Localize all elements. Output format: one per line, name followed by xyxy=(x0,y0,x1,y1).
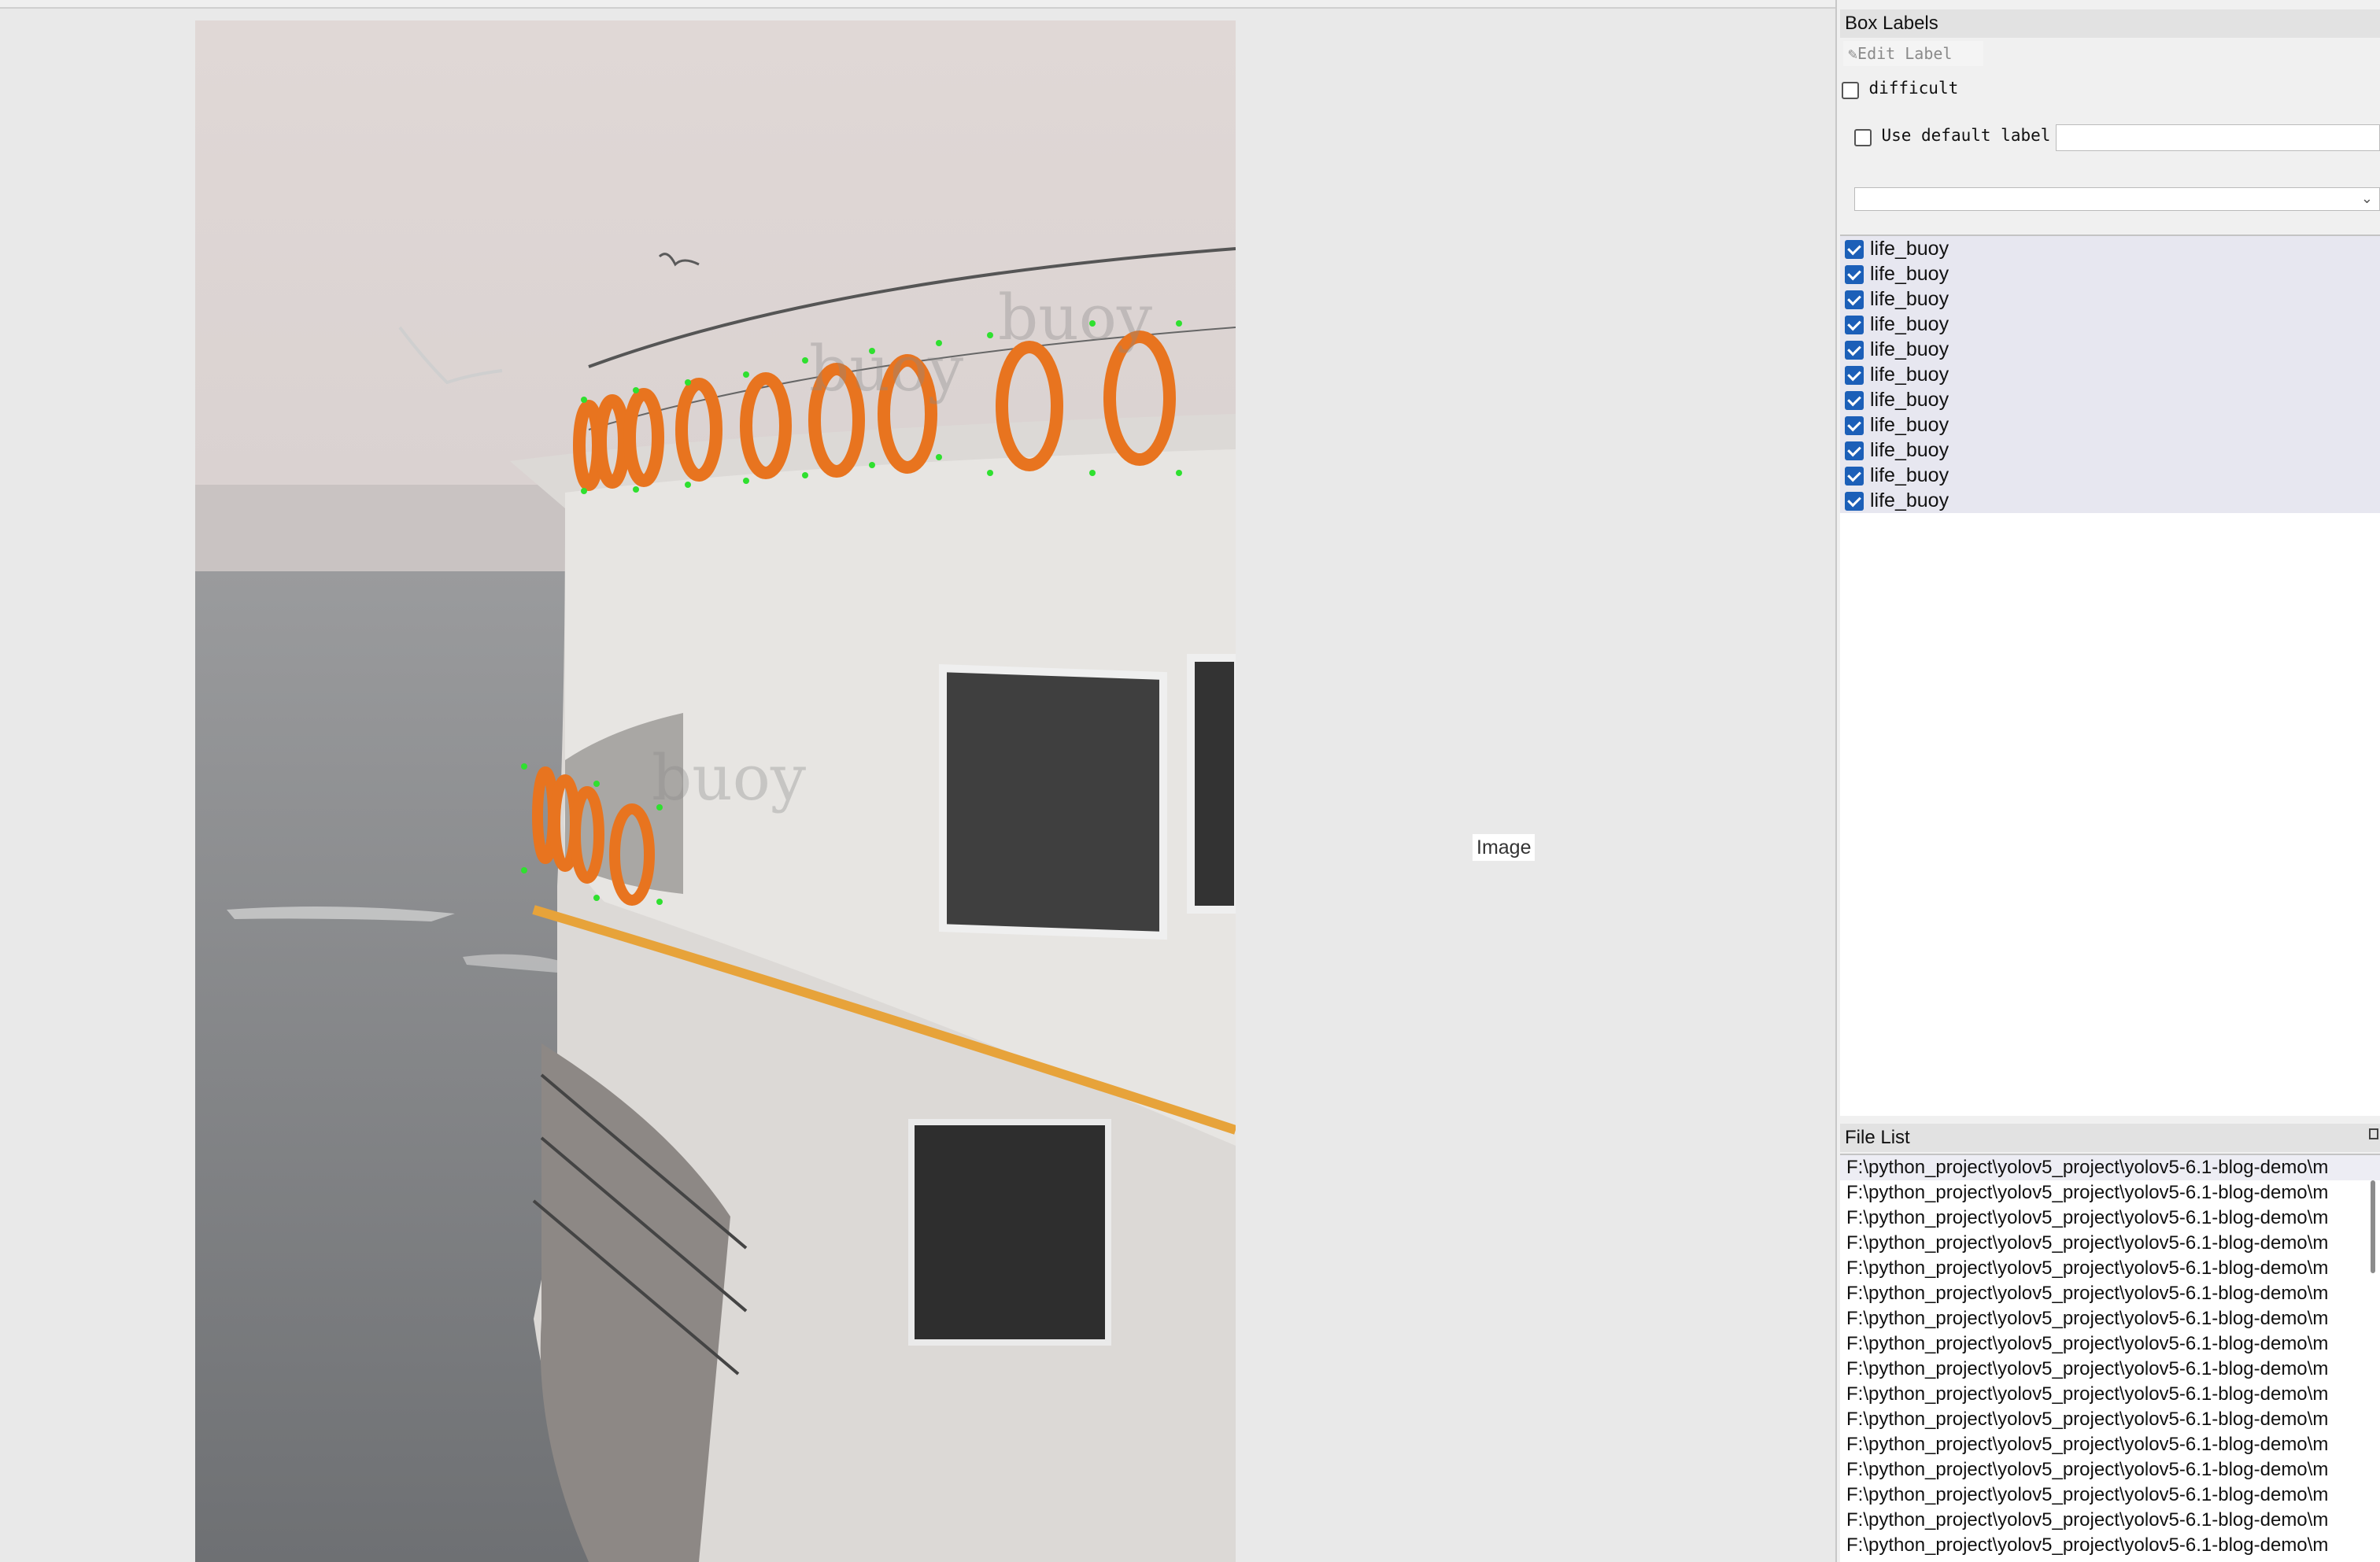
file-list-item[interactable]: F:\python_project\yolov5_project\yolov5-… xyxy=(1846,1382,2380,1407)
label-item-text: life_buoy xyxy=(1870,439,1949,461)
file-list-title: File List xyxy=(1840,1124,2380,1152)
file-list-item[interactable]: F:\python_project\yolov5_project\yolov5-… xyxy=(1846,1281,2380,1306)
file-list-item[interactable]: F:\python_project\yolov5_project\yolov5-… xyxy=(1840,1155,2380,1180)
label-item-text: life_buoy xyxy=(1870,288,1949,310)
edit-icon: ✎ xyxy=(1848,44,1858,63)
label-list-item[interactable]: life_buoy xyxy=(1840,312,2380,337)
label-item-text: life_buoy xyxy=(1870,338,1949,360)
file-list-item[interactable]: F:\python_project\yolov5_project\yolov5-… xyxy=(1846,1206,2380,1231)
checked-checkbox[interactable] xyxy=(1845,391,1864,410)
label-list-item[interactable]: life_buoy xyxy=(1840,337,2380,362)
difficult-checkbox-row[interactable]: difficult xyxy=(1842,79,1958,101)
default-label-input[interactable] xyxy=(2056,124,2380,151)
file-list-item[interactable]: F:\python_project\yolov5_project\yolov5-… xyxy=(1846,1483,2380,1508)
difficult-checkbox[interactable] xyxy=(1842,81,1859,99)
label-item-text: life_buoy xyxy=(1870,263,1949,285)
edit-label-text: Edit Label xyxy=(1857,44,1953,63)
file-list-item[interactable]: F:\python_project\yolov5_project\yolov5-… xyxy=(1846,1306,2380,1331)
file-list[interactable]: F:\python_project\yolov5_project\yolov5-… xyxy=(1840,1154,2380,1562)
checked-checkbox[interactable] xyxy=(1845,290,1864,309)
overlay-text-2: buoy xyxy=(809,332,963,405)
file-list-item[interactable]: F:\python_project\yolov5_project\yolov5-… xyxy=(1846,1508,2380,1533)
difficult-label: difficult xyxy=(1868,79,1959,98)
checked-checkbox[interactable] xyxy=(1845,467,1864,486)
undock-icon[interactable] xyxy=(2369,1128,2378,1139)
label-item-text: life_buoy xyxy=(1870,389,1949,411)
label-list-item[interactable]: life_buoy xyxy=(1840,362,2380,387)
checked-checkbox[interactable] xyxy=(1845,492,1864,511)
overlay-text-1: buoy xyxy=(998,281,1152,354)
label-list[interactable]: life_buoy life_buoy life_buoy life_buoy … xyxy=(1840,234,2380,1116)
label-list-item[interactable]: life_buoy xyxy=(1840,286,2380,312)
label-item-text: life_buoy xyxy=(1870,464,1949,486)
checked-checkbox[interactable] xyxy=(1845,341,1864,360)
label-list-item[interactable]: life_buoy xyxy=(1840,261,2380,286)
chevron-down-icon: ⌄ xyxy=(2360,190,2373,206)
checked-checkbox[interactable] xyxy=(1845,240,1864,259)
file-list-item[interactable]: F:\python_project\yolov5_project\yolov5-… xyxy=(1846,1331,2380,1357)
top-border xyxy=(0,0,1835,9)
label-list-item[interactable]: life_buoy xyxy=(1840,438,2380,463)
label-item-text: life_buoy xyxy=(1870,313,1949,335)
image-label: Image xyxy=(1473,834,1536,861)
label-list-item[interactable]: life_buoy xyxy=(1840,488,2380,513)
file-list-item[interactable]: F:\python_project\yolov5_project\yolov5-… xyxy=(1846,1533,2380,1558)
label-combo-box[interactable]: ⌄ xyxy=(1854,187,2380,211)
file-list-item[interactable]: F:\python_project\yolov5_project\yolov5-… xyxy=(1846,1180,2380,1206)
label-item-text: life_buoy xyxy=(1870,489,1949,511)
file-list-item[interactable]: F:\python_project\yolov5_project\yolov5-… xyxy=(1846,1231,2380,1256)
checked-checkbox[interactable] xyxy=(1845,441,1864,460)
use-default-label-text: Use default label xyxy=(1881,126,2051,145)
label-list-item[interactable]: life_buoy xyxy=(1840,463,2380,488)
use-default-label-checkbox[interactable] xyxy=(1854,128,1872,146)
checked-checkbox[interactable] xyxy=(1845,316,1864,334)
label-list-item[interactable]: life_buoy xyxy=(1840,412,2380,438)
label-item-text: life_buoy xyxy=(1870,364,1949,386)
checked-checkbox[interactable] xyxy=(1845,366,1864,385)
overlay-text-3: buoy xyxy=(652,741,806,814)
checked-checkbox[interactable] xyxy=(1845,265,1864,284)
box-labels-title: Box Labels xyxy=(1840,9,2380,38)
label-item-text: life_buoy xyxy=(1870,414,1949,436)
edit-label-button[interactable]: ✎Edit Label xyxy=(1843,41,1983,66)
file-list-item[interactable]: F:\python_project\yolov5_project\yolov5-… xyxy=(1846,1407,2380,1432)
annotated-image[interactable]: buoy buoy buoy xyxy=(195,20,1236,1562)
checked-checkbox[interactable] xyxy=(1845,416,1864,435)
label-list-item[interactable]: life_buoy xyxy=(1840,236,2380,261)
label-list-item[interactable]: life_buoy xyxy=(1840,387,2380,412)
file-list-item[interactable]: F:\python_project\yolov5_project\yolov5-… xyxy=(1846,1256,2380,1281)
file-list-scrollbar[interactable] xyxy=(2371,1180,2375,1273)
file-list-item[interactable]: F:\python_project\yolov5_project\yolov5-… xyxy=(1846,1357,2380,1382)
label-item-text: life_buoy xyxy=(1870,238,1949,260)
use-default-label-row[interactable]: Use default label xyxy=(1854,126,2050,151)
file-list-item[interactable]: F:\python_project\yolov5_project\yolov5-… xyxy=(1846,1457,2380,1483)
file-list-item[interactable]: F:\python_project\yolov5_project\yolov5-… xyxy=(1846,1432,2380,1457)
